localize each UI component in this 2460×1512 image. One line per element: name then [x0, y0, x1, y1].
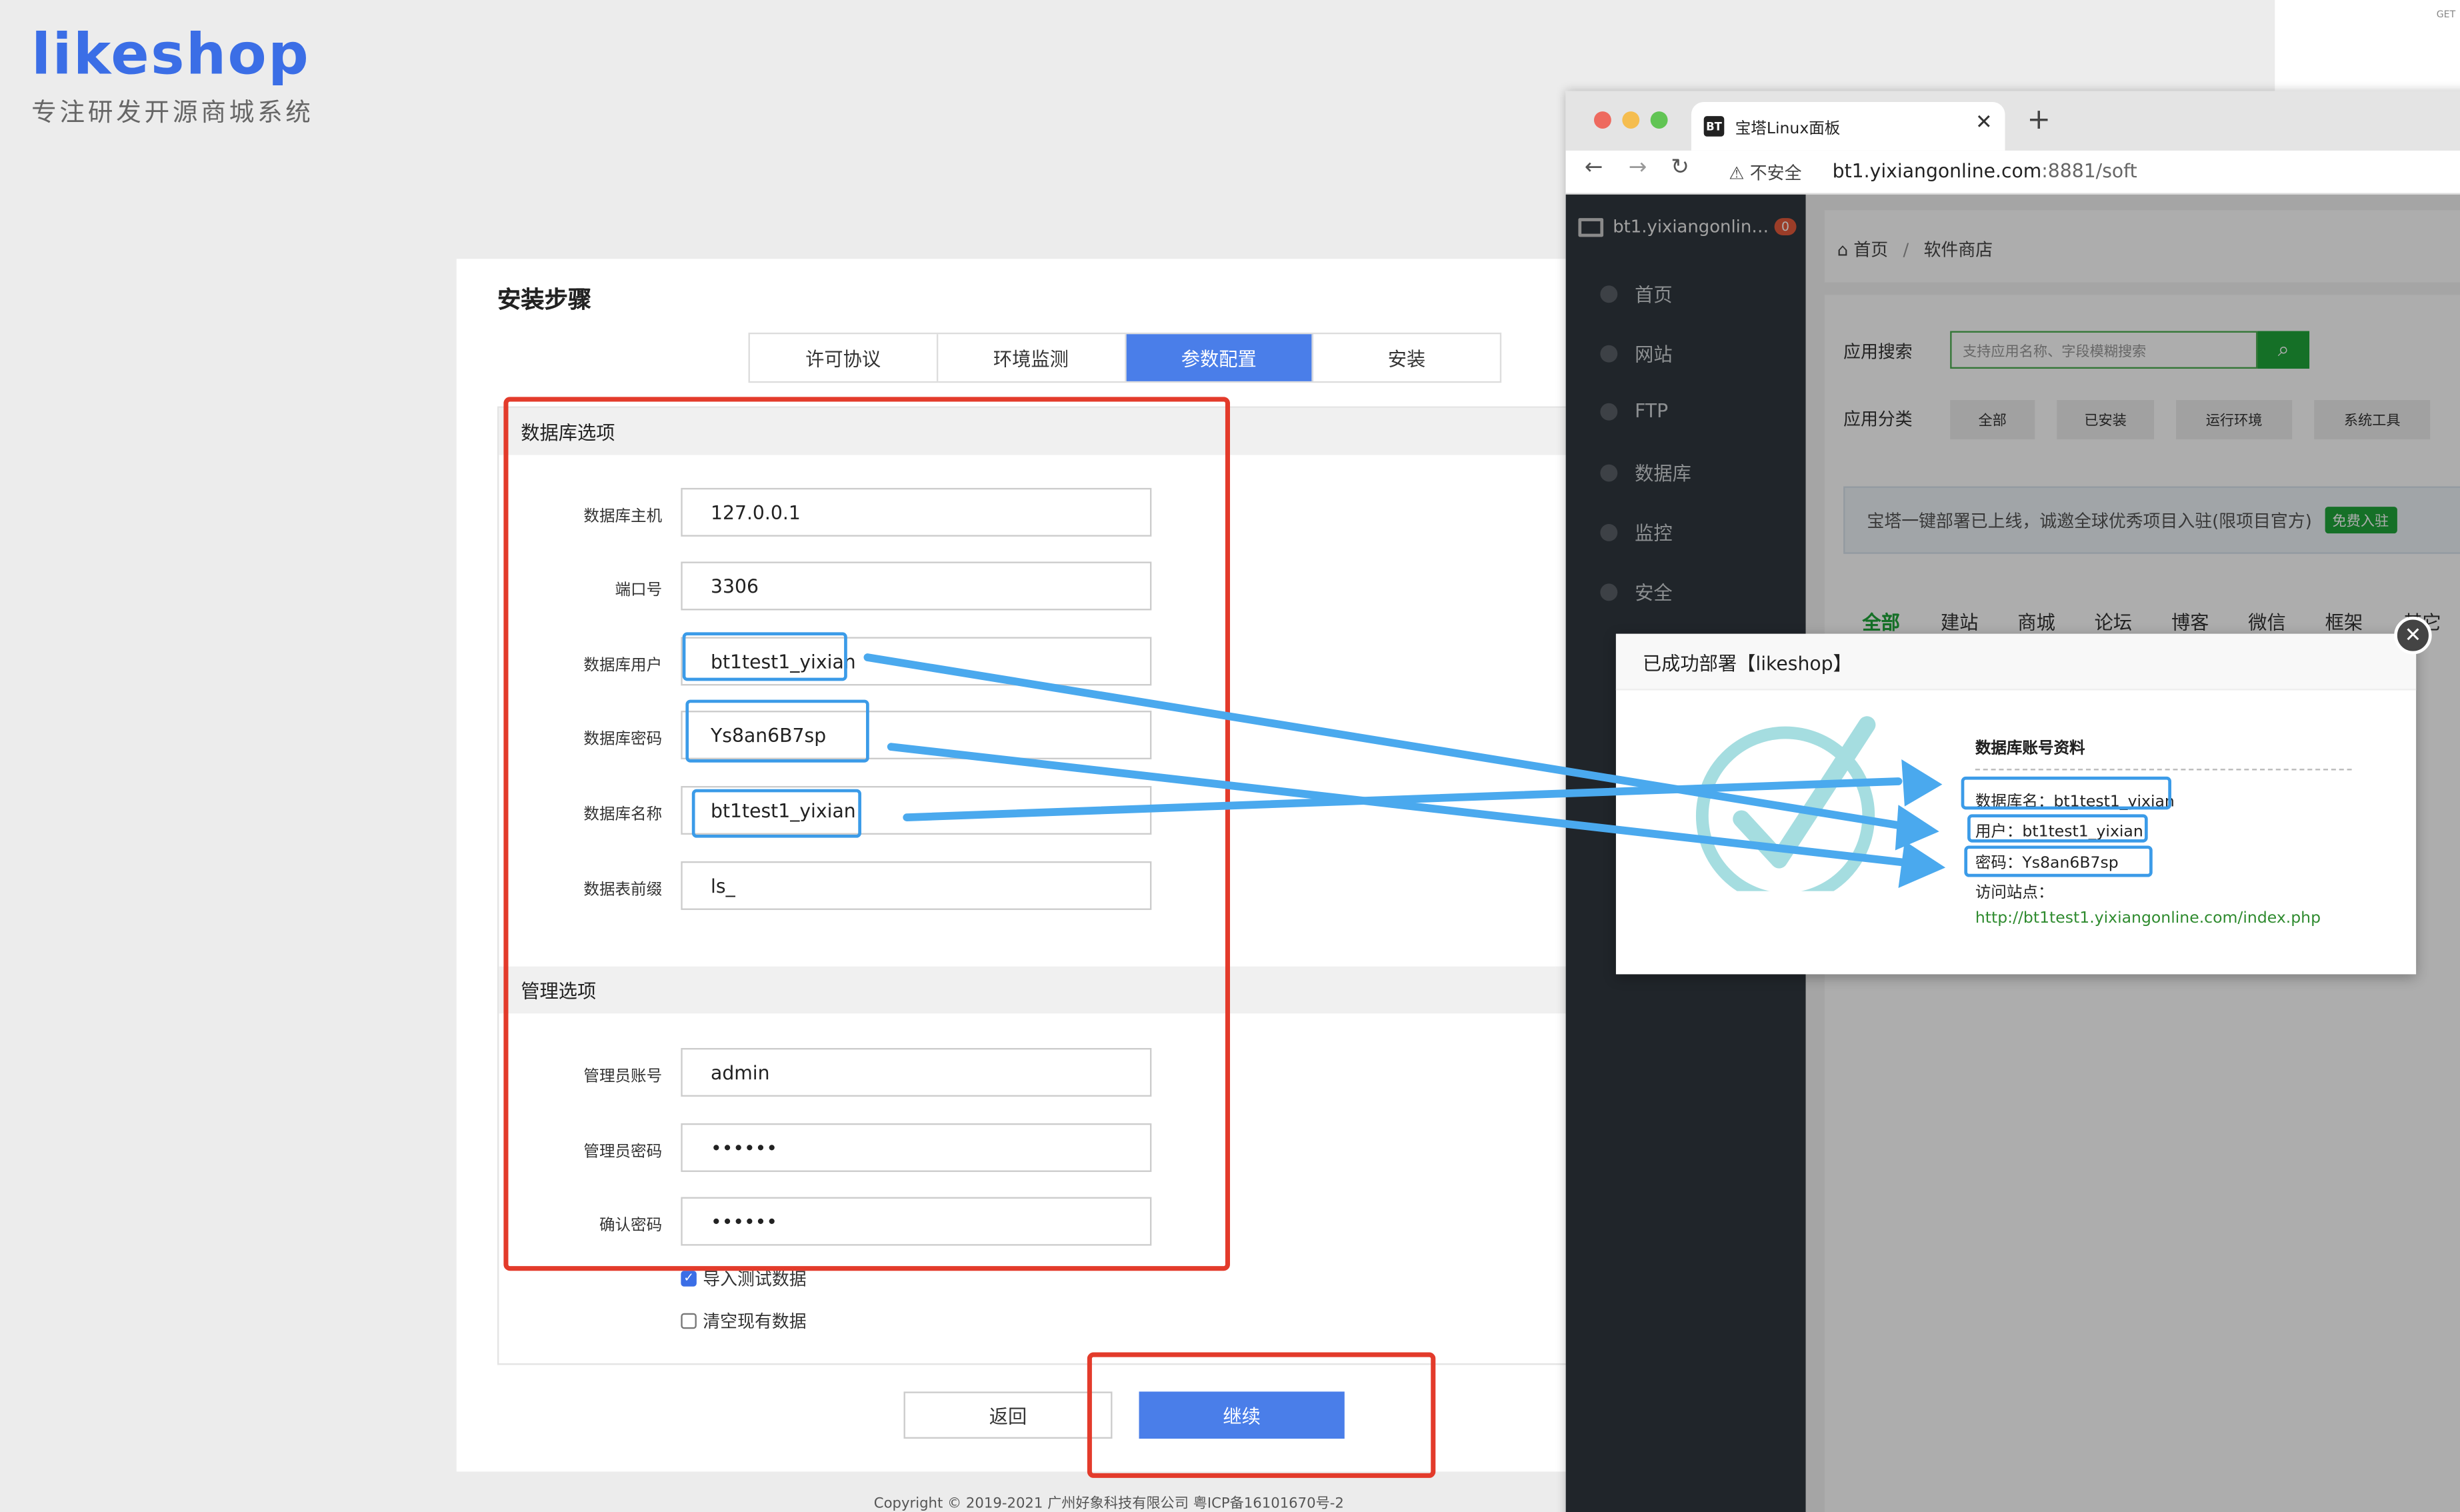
- annotation-arrows: [863, 653, 1946, 888]
- arrow-heads: [1895, 759, 1946, 888]
- screenshot-root: GET likeshop 专注研发开源商城系统 安装步骤 许可协议 环境监测 参…: [0, 0, 2460, 1512]
- arrow-lines: [863, 653, 1912, 867]
